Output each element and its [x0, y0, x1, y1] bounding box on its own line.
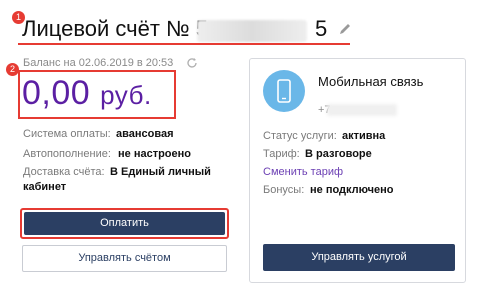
title-highlight-underline [18, 43, 350, 45]
bonus-label: Бонусы: [263, 184, 305, 196]
payment-system-label: Система оплаты: [23, 128, 111, 140]
masked-account-number [197, 20, 307, 42]
masked-phone-number [327, 104, 397, 116]
account-title-suffix: 5 [315, 16, 328, 41]
edit-icon[interactable] [338, 22, 352, 36]
balance-currency: руб. [100, 80, 152, 110]
balance-date-label: Баланс на 02.06.2019 в 20:53 [23, 57, 174, 69]
account-title-prefix: Лицевой счёт № 5 [22, 16, 208, 41]
bonus-value: не подключено [310, 184, 394, 196]
bill-delivery-label: Доставка счёта: [23, 166, 105, 178]
service-name: Мобильная связь [318, 74, 424, 89]
refresh-icon[interactable] [186, 57, 198, 69]
balance-amount: 0,00 руб. [22, 74, 152, 113]
mobile-service-badge [263, 70, 305, 112]
autopay-value: не настроено [118, 148, 192, 160]
pay-button[interactable]: Оплатить [24, 212, 225, 235]
tariff-value: В разговоре [305, 148, 372, 160]
bill-delivery-value: В Единый личный [110, 166, 211, 178]
change-tariff-link[interactable]: Сменить тариф [263, 166, 343, 178]
bill-delivery-value-line2: кабинет [23, 181, 67, 193]
service-status-label: Статус услуги: [263, 130, 337, 142]
payment-system-value: авансовая [116, 128, 174, 140]
balance-number: 0,00 [22, 74, 91, 112]
autopay-label: Автопополнение: [23, 148, 111, 160]
manage-account-button[interactable]: Управлять счётом [22, 245, 227, 272]
phone-icon [277, 79, 291, 103]
manage-service-button[interactable]: Управлять услугой [263, 244, 455, 271]
tariff-label: Тариф: [263, 148, 300, 160]
service-status-value: активна [342, 130, 386, 142]
